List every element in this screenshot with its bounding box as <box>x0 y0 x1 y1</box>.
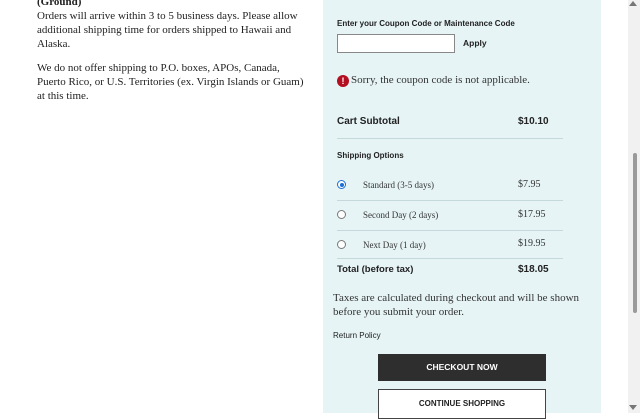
shipping-option-next-day-price: $19.95 <box>518 238 546 249</box>
scrollbar-thumb[interactable] <box>633 153 637 313</box>
error-icon: ! <box>337 75 349 87</box>
divider <box>337 200 563 201</box>
shipping-option-next-day-radio[interactable] <box>337 240 346 249</box>
shipping-option-standard-radio[interactable] <box>337 180 346 189</box>
total-before-tax-label: Total (before tax) <box>337 264 414 275</box>
apply-coupon-button[interactable]: Apply <box>463 38 487 48</box>
shipping-info-text: (Ground) Orders will arrive within 3 to … <box>37 0 307 51</box>
shipping-info: (Ground) Orders will arrive within 3 to … <box>37 0 307 113</box>
shipping-option-second-day-radio[interactable] <box>337 210 346 219</box>
shipping-option-standard-price: $7.95 <box>518 179 541 190</box>
total-before-tax-value: $18.05 <box>518 264 549 275</box>
divider <box>337 138 563 139</box>
shipping-option-second-day-label[interactable]: Second Day (2 days) <box>363 210 438 220</box>
divider <box>337 230 563 231</box>
shipping-restrictions-note: We do not offer shipping to P.O. boxes, … <box>37 62 304 102</box>
shipping-option-standard-label[interactable]: Standard (3-5 days) <box>363 180 434 190</box>
shipping-options-title: Shipping Options <box>337 151 404 160</box>
divider <box>337 258 563 259</box>
coupon-input[interactable] <box>337 34 455 53</box>
continue-shopping-button[interactable]: CONTINUE SHOPPING <box>378 389 546 419</box>
order-summary-panel <box>323 0 601 413</box>
shipping-option-next-day-label[interactable]: Next Day (1 day) <box>363 240 426 250</box>
tax-note: Taxes are calculated during checkout and… <box>333 292 580 318</box>
delivery-time-note: Orders will arrive within 3 to 5 busines… <box>37 10 298 50</box>
scroll-up-arrow-icon[interactable] <box>629 1 637 6</box>
scroll-down-arrow-icon[interactable] <box>629 405 637 410</box>
shipping-method-heading: (Ground) <box>37 0 82 8</box>
cart-subtotal-label: Cart Subtotal <box>337 116 400 127</box>
coupon-label: Enter your Coupon Code or Maintenance Co… <box>337 19 515 28</box>
coupon-error-message: Sorry, the coupon code is not applicable… <box>351 74 530 86</box>
shipping-option-second-day-price: $17.95 <box>518 209 546 220</box>
checkout-now-button[interactable]: CHECKOUT NOW <box>378 354 546 381</box>
cart-subtotal-value: $10.10 <box>518 116 549 127</box>
return-policy-link[interactable]: Return Policy <box>333 331 381 340</box>
